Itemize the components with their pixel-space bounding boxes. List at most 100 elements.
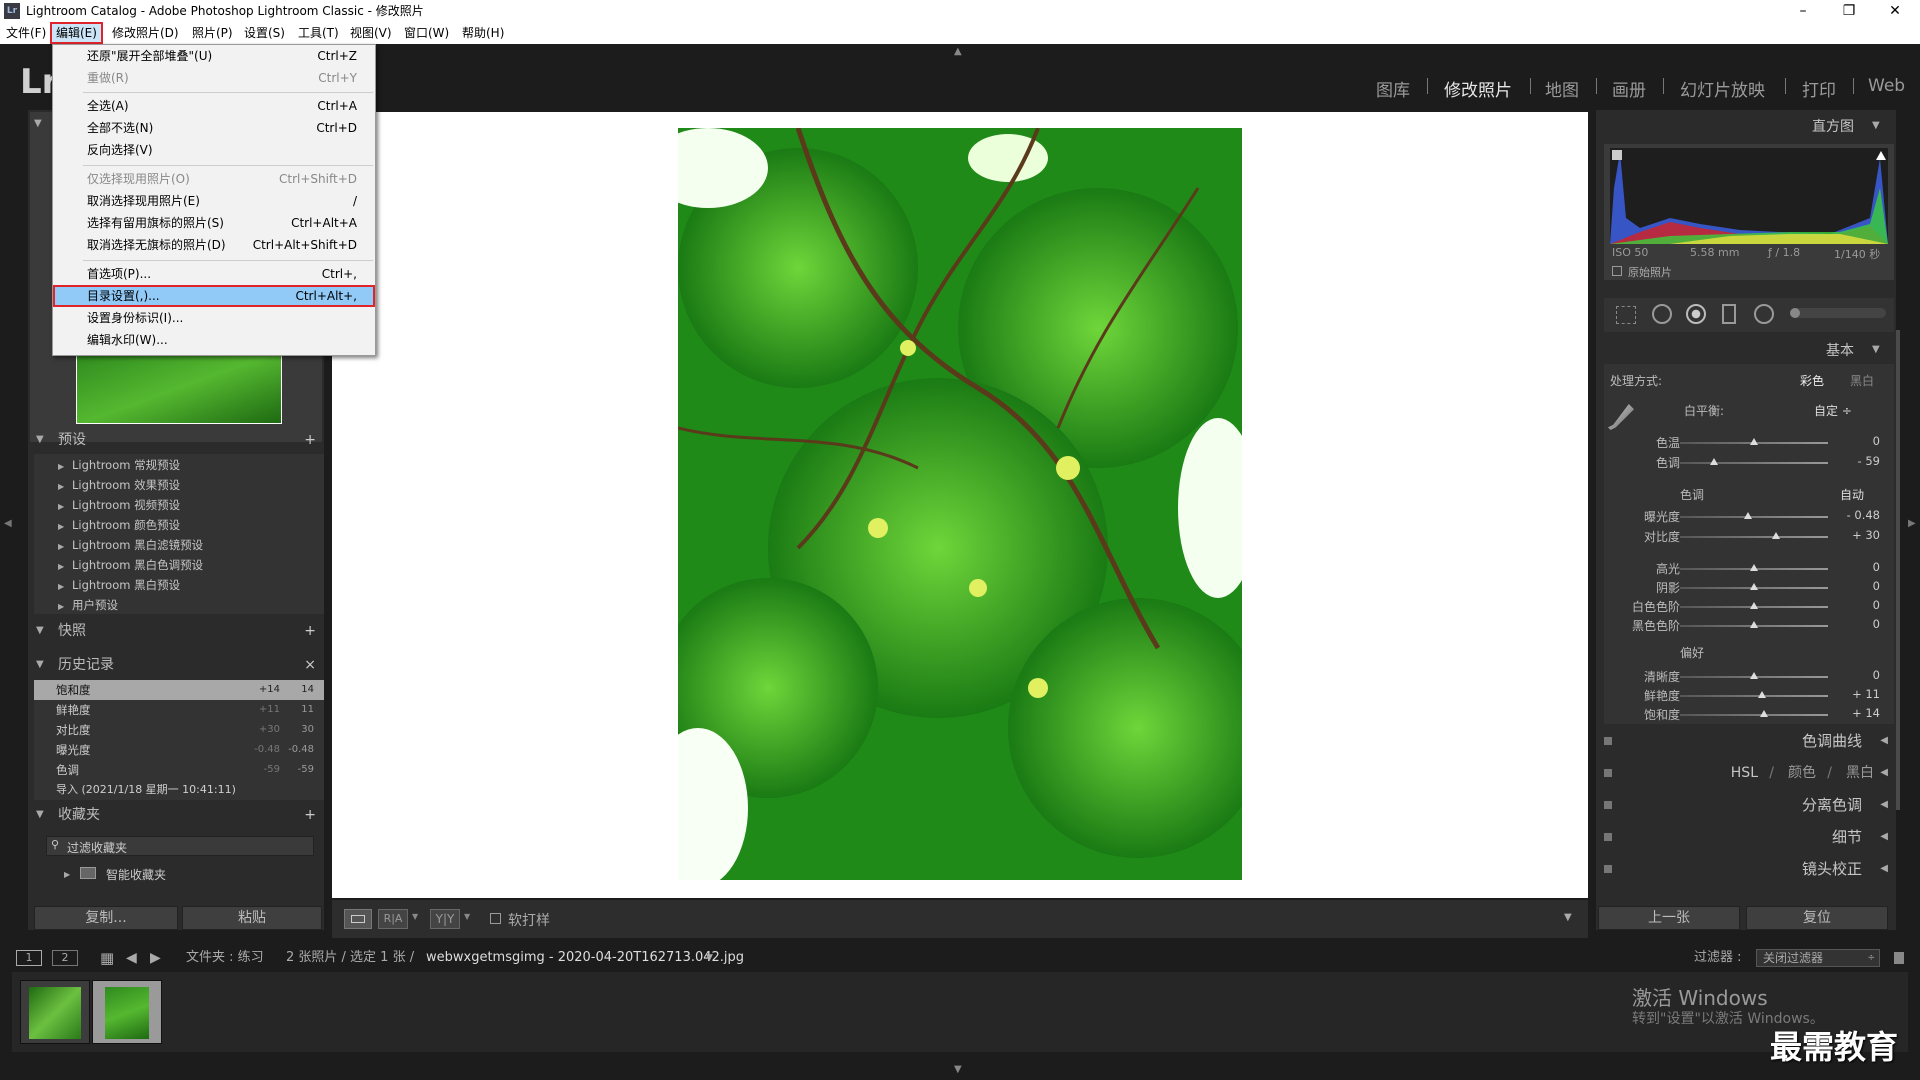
smart-collections-item[interactable]: 智能收藏夹: [106, 866, 166, 883]
forward-arrow-icon[interactable]: ▶: [150, 944, 161, 972]
menu-item-select-flagged[interactable]: 选择有留用旗标的照片(S) Ctrl+Alt+A: [53, 212, 375, 234]
collection-filter[interactable]: ⚲ 过滤收藏夹: [46, 836, 314, 856]
slider-knob[interactable]: [1750, 438, 1758, 445]
slider-value[interactable]: + 14: [1840, 706, 1880, 720]
module-slideshow[interactable]: 幻灯片放映: [1680, 76, 1765, 101]
menu-item-redo[interactable]: 重做(R) Ctrl+Y: [53, 67, 375, 89]
graduated-filter-icon[interactable]: [1722, 304, 1736, 324]
module-web[interactable]: Web: [1868, 76, 1905, 96]
grid-view-icon[interactable]: ▦: [100, 944, 114, 972]
menu-item-deselect-active[interactable]: 取消选择现用照片(E) /: [53, 190, 375, 212]
preset-folder[interactable]: Lightroom 黑白预设: [72, 576, 180, 594]
menu-item-catalog-settings[interactable]: 目录设置(,)... Ctrl+Alt+,: [53, 285, 375, 307]
slider-knob[interactable]: [1772, 532, 1781, 539]
slider-value[interactable]: - 59: [1840, 454, 1880, 468]
slider-knob[interactable]: [1750, 602, 1758, 609]
slider-track[interactable]: [1680, 695, 1828, 697]
histogram-title[interactable]: 直方图: [1812, 116, 1854, 136]
history-item[interactable]: 色调 -59 -59: [34, 760, 324, 780]
menu-item-deselect-unflagged[interactable]: 取消选择无旗标的照片(D) Ctrl+Alt+Shift+D: [53, 234, 375, 256]
paste-settings-button[interactable]: 粘贴: [182, 906, 322, 930]
history-header[interactable]: ▼ 历史记录 ×: [28, 652, 324, 678]
source-folder[interactable]: 文件夹 : 练习: [186, 944, 264, 972]
menu-photo[interactable]: 照片(P): [192, 22, 233, 44]
collapse-right-icon[interactable]: ▶: [1908, 518, 1916, 529]
detail-header[interactable]: 细节 ◀: [1598, 824, 1898, 850]
slider-value[interactable]: 0: [1840, 579, 1880, 593]
slider-knob[interactable]: [1744, 512, 1753, 519]
history-item[interactable]: 导入 (2021/1/18 星期一 10:41:11): [34, 780, 324, 800]
add-preset-icon[interactable]: +: [304, 427, 316, 453]
module-map[interactable]: 地图: [1545, 76, 1579, 101]
soft-proof-checkbox[interactable]: [490, 913, 501, 924]
split-toning-header[interactable]: 分离色调 ◀: [1598, 792, 1898, 818]
add-collection-icon[interactable]: +: [304, 802, 316, 828]
main-photo[interactable]: [678, 128, 1242, 880]
menu-item-select-all[interactable]: 全选(A) Ctrl+A: [53, 95, 375, 117]
history-item[interactable]: 曝光度 -0.48 -0.48: [34, 740, 324, 760]
filmstrip-thumbnail[interactable]: [20, 980, 90, 1044]
collections-header[interactable]: ▼ 收藏夹 +: [28, 802, 324, 828]
collapse-left-icon[interactable]: ◀: [4, 518, 12, 529]
current-filename[interactable]: webwxgetmsgimg - 2020-04-20T162713.042.j…: [426, 944, 744, 972]
menu-tools[interactable]: 工具(T): [298, 22, 339, 44]
history-item[interactable]: 对比度 +30 30: [34, 720, 324, 740]
back-arrow-icon[interactable]: ◀: [126, 944, 137, 972]
restore-icon[interactable]: ❐: [1826, 0, 1872, 22]
module-develop[interactable]: 修改照片: [1444, 76, 1512, 101]
collapse-bottom-icon[interactable]: ▼: [954, 1064, 962, 1075]
window-2-button[interactable]: 2: [52, 950, 78, 966]
brush-slider[interactable]: [1790, 308, 1886, 318]
collapse-top-icon[interactable]: ▲: [954, 46, 962, 57]
history-item[interactable]: 鲜艳度 +11 11: [34, 700, 324, 720]
treatment-bw[interactable]: 黑白: [1850, 372, 1874, 389]
navigator-thumbnail[interactable]: [76, 352, 282, 424]
original-photo-checkbox[interactable]: [1612, 266, 1622, 276]
history-item[interactable]: 饱和度 +14 14: [34, 680, 324, 700]
wb-dropdown[interactable]: 自定 ÷: [1814, 402, 1852, 419]
window-1-button[interactable]: 1: [16, 950, 42, 966]
preset-folder[interactable]: Lightroom 颜色预设: [72, 516, 180, 534]
filmstrip-thumbnail-selected[interactable]: [92, 980, 162, 1044]
menu-item-invert-selection[interactable]: 反向选择(V): [53, 139, 375, 161]
menu-edit[interactable]: 编辑(E): [50, 22, 103, 44]
reset-button[interactable]: 复位: [1746, 906, 1888, 930]
basic-title[interactable]: 基本: [1826, 340, 1854, 360]
preset-folder[interactable]: Lightroom 常规预设: [72, 456, 180, 474]
preset-folder[interactable]: Lightroom 视频预设: [72, 496, 180, 514]
snapshots-header[interactable]: ▼ 快照 +: [28, 618, 324, 644]
menu-item-undo[interactable]: 还原"展开全部堆叠"(U) Ctrl+Z: [53, 45, 375, 67]
hsl-header[interactable]: HSL / 颜色 / 黑白 ◀: [1598, 760, 1898, 786]
slider-value[interactable]: 0: [1840, 668, 1880, 682]
module-library[interactable]: 图库: [1376, 76, 1410, 101]
slider-value[interactable]: 0: [1840, 560, 1880, 574]
radial-filter-icon[interactable]: [1754, 304, 1774, 324]
toolbar-options-icon[interactable]: ▼: [1564, 912, 1572, 923]
yy-view-icon[interactable]: Y|Y: [430, 909, 460, 929]
menu-help[interactable]: 帮助(H): [462, 22, 504, 44]
slider-value[interactable]: + 30: [1840, 528, 1880, 542]
slider-value[interactable]: 0: [1840, 598, 1880, 612]
menu-item-select-none[interactable]: 全部不选(N) Ctrl+D: [53, 117, 375, 139]
slider-track[interactable]: [1680, 516, 1828, 518]
close-icon[interactable]: ✕: [1872, 0, 1918, 22]
crop-icon[interactable]: [1616, 306, 1636, 324]
spot-removal-icon[interactable]: [1652, 304, 1672, 324]
module-print[interactable]: 打印: [1802, 76, 1836, 101]
navigator-collapse-icon[interactable]: ▼: [34, 118, 42, 129]
slider-knob[interactable]: [1710, 458, 1719, 465]
slider-track[interactable]: [1680, 536, 1828, 538]
menu-settings[interactable]: 设置(S): [244, 22, 285, 44]
slider-knob[interactable]: [1750, 621, 1758, 628]
slider-value[interactable]: - 0.48: [1840, 508, 1880, 522]
slider-track[interactable]: [1680, 714, 1828, 716]
slider-value[interactable]: + 11: [1840, 687, 1880, 701]
treatment-color[interactable]: 彩色: [1800, 372, 1824, 389]
slider-knob[interactable]: [1750, 583, 1758, 590]
red-eye-icon[interactable]: [1686, 304, 1706, 324]
loupe-view-icon[interactable]: [344, 909, 372, 929]
slider-track[interactable]: [1680, 462, 1828, 464]
preset-folder[interactable]: Lightroom 效果预设: [72, 476, 180, 494]
presets-header[interactable]: ▼ 预设 +: [28, 427, 324, 453]
minimize-icon[interactable]: –: [1780, 0, 1826, 22]
